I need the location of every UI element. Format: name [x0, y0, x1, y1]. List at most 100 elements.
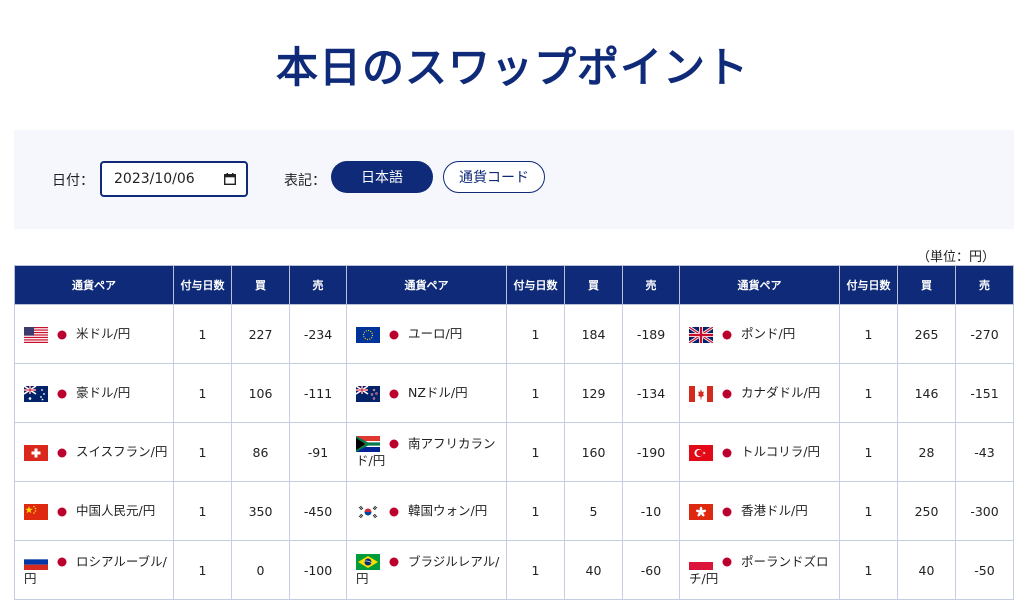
grant-days-cell: 1: [506, 304, 565, 364]
jp-flag-icon: [54, 554, 70, 571]
date-input[interactable]: 2023/10/06: [100, 161, 248, 197]
date-value: 2023/10/06: [114, 171, 195, 187]
currency-pair-cell: ロシアルーブル/円: [14, 540, 174, 600]
eu-flag-icon: [356, 326, 380, 343]
toggle-japanese-button[interactable]: 日本語: [331, 161, 433, 193]
header-days: 付与日数: [506, 265, 565, 305]
currency-pair-cell: 南アフリカランド/円: [346, 422, 507, 482]
table-row: 豪ドル/円 1 106 -111 NZドル/円 1 129 -134 カナダドル/円 1 146 -1…: [14, 363, 1014, 423]
buy-swap-cell: 28: [897, 422, 956, 482]
nz-flag-icon: [356, 385, 380, 402]
ca-flag-icon: [689, 385, 713, 402]
buy-swap-cell: 129: [564, 363, 623, 423]
grant-days-cell: 1: [173, 481, 232, 541]
grant-days-cell: 1: [173, 304, 232, 364]
header-buy: 買: [231, 265, 290, 305]
table-header-row: 通貨ペア 付与日数 買 売 通貨ペア 付与日数 買 売 通貨ペア 付与日数 買 …: [14, 265, 1014, 305]
unit-note: （単位：円）: [916, 250, 995, 265]
swap-table: 通貨ペア 付与日数 買 売 通貨ペア 付与日数 買 売 通貨ペア 付与日数 買 …: [14, 265, 1014, 600]
sell-swap-cell: -91: [289, 422, 347, 482]
header-sell: 売: [622, 265, 680, 305]
sell-swap-cell: -234: [289, 304, 347, 364]
grant-days-cell: 1: [173, 540, 232, 600]
currency-pair-name: 韓国ウォン/円: [408, 503, 488, 519]
currency-pair-name: トルコリラ/円: [741, 444, 820, 460]
hk-flag-icon: [689, 503, 713, 520]
header-days: 付与日数: [173, 265, 232, 305]
currency-pair-cell: ポンド/円: [679, 304, 840, 364]
header-sell: 売: [955, 265, 1014, 305]
sell-swap-cell: -190: [622, 422, 680, 482]
sell-swap-cell: -10: [622, 481, 680, 541]
jp-flag-icon: [54, 385, 70, 402]
za-flag-icon: [356, 436, 380, 453]
currency-pair-name: 香港ドル/円: [741, 503, 808, 519]
buy-swap-cell: 350: [231, 481, 290, 541]
currency-pair-cell: 米ドル/円: [14, 304, 174, 364]
header-pair: 通貨ペア: [14, 265, 174, 305]
jp-flag-icon: [719, 385, 735, 402]
filter-panel: 日付： 2023/10/06 表記： 日本語 通貨コード: [14, 130, 1014, 229]
jp-flag-icon: [719, 503, 735, 520]
currency-pair-cell: カナダドル/円: [679, 363, 840, 423]
jp-flag-icon: [54, 326, 70, 343]
tr-flag-icon: [689, 444, 713, 461]
header-buy: 買: [564, 265, 623, 305]
currency-pair-name: 中国人民元/円: [76, 503, 156, 519]
currency-pair-name: 豪ドル/円: [76, 385, 131, 401]
currency-pair-cell: 豪ドル/円: [14, 363, 174, 423]
au-flag-icon: [24, 385, 48, 402]
grant-days-cell: 1: [839, 363, 898, 423]
grant-days-cell: 1: [506, 363, 565, 423]
jp-flag-icon: [386, 554, 402, 571]
currency-pair-name: スイスフラン/円: [76, 444, 168, 460]
jp-flag-icon: [719, 554, 735, 571]
grant-days-cell: 1: [506, 422, 565, 482]
currency-pair-cell: スイスフラン/円: [14, 422, 174, 482]
buy-swap-cell: 5: [564, 481, 623, 541]
sell-swap-cell: -151: [955, 363, 1014, 423]
sell-swap-cell: -189: [622, 304, 680, 364]
buy-swap-cell: 227: [231, 304, 290, 364]
calendar-icon[interactable]: [224, 173, 236, 185]
currency-pair-cell: トルコリラ/円: [679, 422, 840, 482]
buy-swap-cell: 250: [897, 481, 956, 541]
currency-pair-cell: 韓国ウォン/円: [346, 481, 507, 541]
grant-days-cell: 1: [506, 540, 565, 600]
buy-swap-cell: 40: [897, 540, 956, 600]
ch-flag-icon: [24, 444, 48, 461]
page-title: 本日のスワップポイント: [275, 43, 749, 92]
sell-swap-cell: -450: [289, 481, 347, 541]
jp-flag-icon: [386, 326, 402, 343]
header-sell: 売: [289, 265, 347, 305]
sell-swap-cell: -134: [622, 363, 680, 423]
table-row: スイスフラン/円 1 86 -91 南アフリカランド/円 1 160 -190 トルコリラ/円 1…: [14, 422, 1014, 482]
sell-swap-cell: -111: [289, 363, 347, 423]
currency-pair-cell: ブラジルレアル/円: [346, 540, 507, 600]
currency-pair-cell: ポーランドズロチ/円: [679, 540, 840, 600]
jp-flag-icon: [54, 444, 70, 461]
pl-flag-icon: [689, 554, 713, 571]
grant-days-cell: 1: [839, 481, 898, 541]
sell-swap-cell: -43: [955, 422, 1014, 482]
grant-days-cell: 1: [173, 422, 232, 482]
ru-flag-icon: [24, 554, 48, 571]
table-row: 中国人民元/円 1 350 -450 韓国ウォン/円 1 5 -10 香港ドル/円 1 250 -30…: [14, 481, 1014, 541]
buy-swap-cell: 160: [564, 422, 623, 482]
jp-flag-icon: [719, 326, 735, 343]
currency-pair-name: NZドル/円: [408, 385, 468, 401]
br-flag-icon: [356, 554, 380, 571]
grant-days-cell: 1: [506, 481, 565, 541]
header-days: 付与日数: [839, 265, 898, 305]
buy-swap-cell: 40: [564, 540, 623, 600]
currency-pair-name: 米ドル/円: [76, 326, 131, 342]
sell-swap-cell: -100: [289, 540, 347, 600]
buy-swap-cell: 146: [897, 363, 956, 423]
jp-flag-icon: [54, 503, 70, 520]
grant-days-cell: 1: [839, 540, 898, 600]
toggle-currency-code-button[interactable]: 通貨コード: [443, 161, 545, 193]
cn-flag-icon: [24, 503, 48, 520]
sell-swap-cell: -60: [622, 540, 680, 600]
jp-flag-icon: [386, 385, 402, 402]
sell-swap-cell: -50: [955, 540, 1014, 600]
